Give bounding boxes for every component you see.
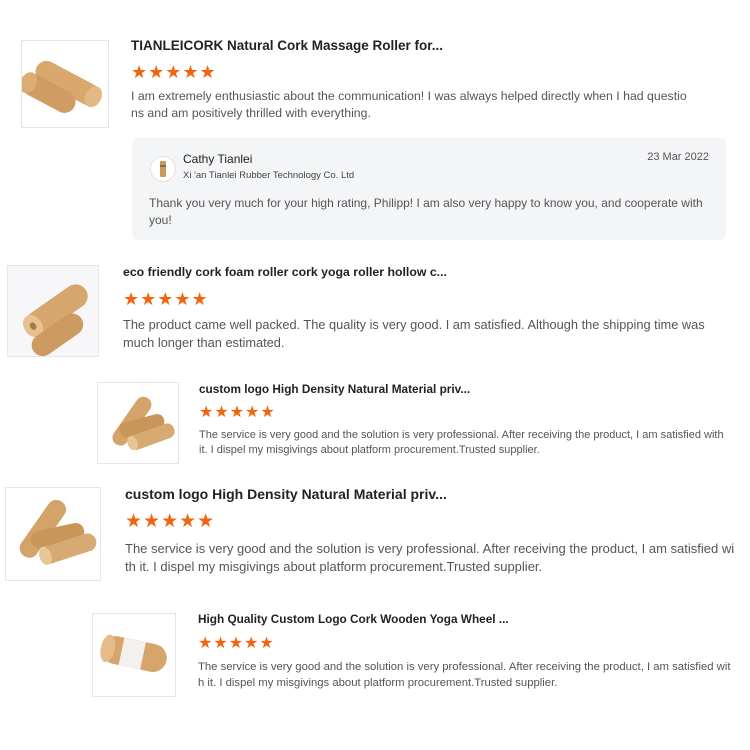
product-title[interactable]: High Quality Custom Logo Cork Wooden Yog… [198, 612, 509, 626]
cork-yoga-wheel-image [100, 634, 167, 672]
star-rating: ★★★★★ [198, 635, 275, 652]
review-item: High Quality Custom Logo Cork Wooden Yog… [0, 0, 750, 710]
review-text: The service is very good and the solutio… [198, 661, 731, 689]
product-thumbnail[interactable] [92, 613, 176, 697]
